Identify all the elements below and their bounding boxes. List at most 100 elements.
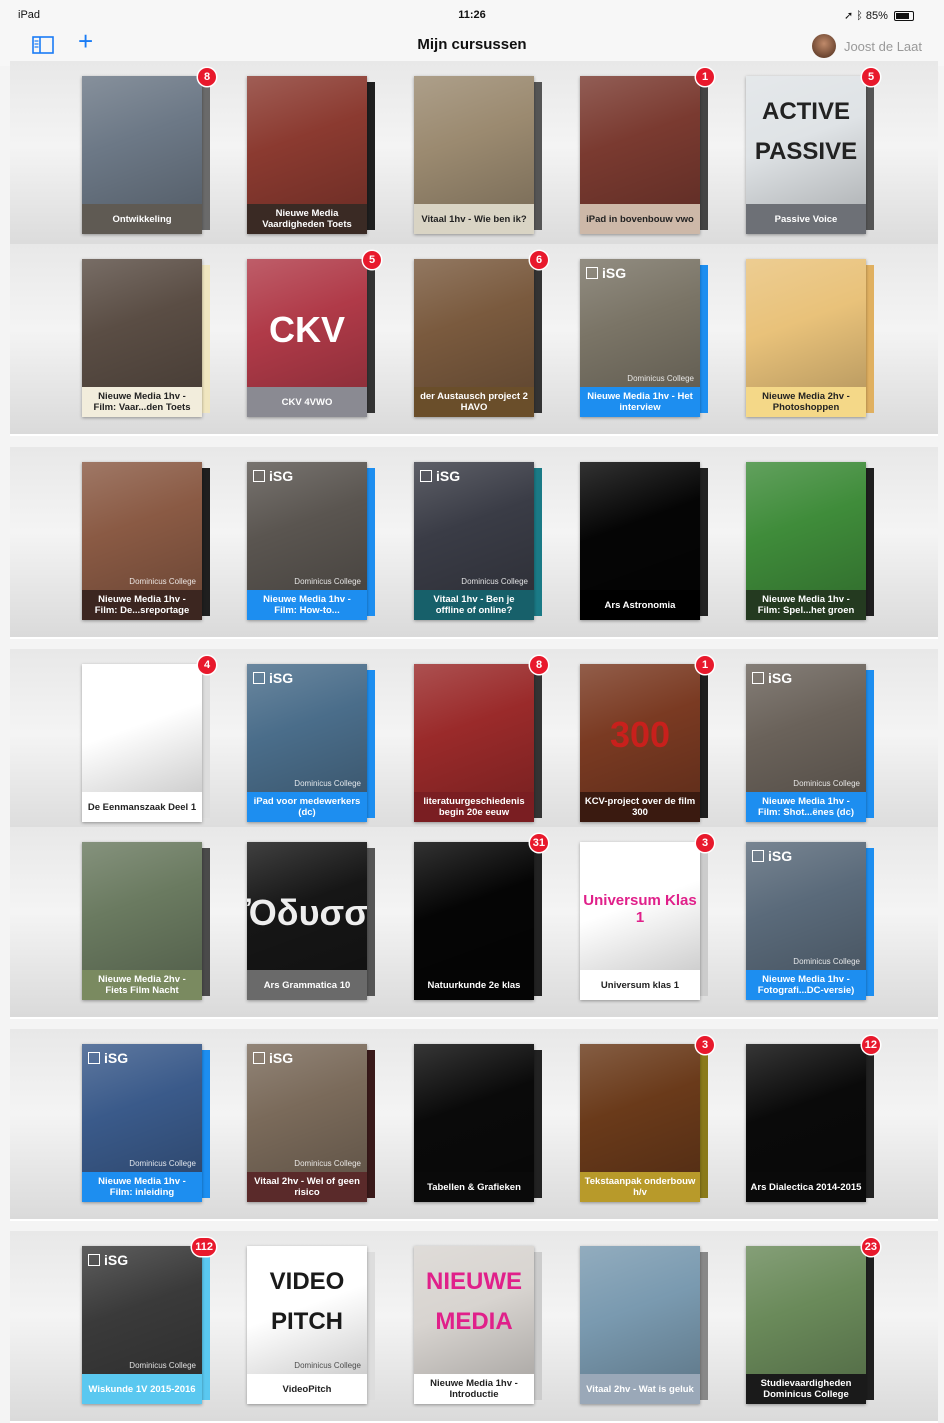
course-card[interactable]: iSG Dominicus College Nieuwe Media 1hv - H… — [580, 259, 708, 417]
book-spine — [202, 1252, 210, 1400]
course-title: Nieuwe Media 1hv - Film: inleiding — [82, 1172, 202, 1202]
course-card[interactable]: Nieuwe Media 2hv - Fiets Film Nacht — [82, 842, 210, 1000]
course-cover[interactable]: iSG Dominicus College Nieuwe Media 1hv - F… — [746, 842, 866, 1000]
course-card[interactable]: ACTIVE PASSIVE Passive Voice 5 — [746, 68, 880, 234]
course-card[interactable]: Nieuwe Media 2hv - Photoshoppen — [746, 259, 874, 417]
course-card[interactable]: Vitaal 1hv - Wie ben ik? — [414, 76, 542, 234]
course-card[interactable]: 300 KCV-project over de film 300 1 — [580, 656, 714, 822]
course-card[interactable]: VIDEO PITCH Dominicus College VideoPitch — [247, 1246, 375, 1404]
course-cover[interactable]: iPad in bovenbouw vwo — [580, 76, 700, 234]
course-title: Nieuwe Media 1hv - Fotografi...DC-versie… — [746, 970, 866, 1000]
course-cover[interactable]: iSG Dominicus College Vitaal 1hv - Ben je … — [414, 462, 534, 620]
course-cover[interactable]: Ὀδυσσεῦ Ars Grammatica 10 — [247, 842, 367, 1000]
course-cover[interactable]: iSG Dominicus College Vitaal 2hv - Wel of … — [247, 1044, 367, 1202]
course-cover[interactable]: De Eenmanszaak Deel 1 — [82, 664, 202, 822]
course-cover[interactable]: literatuurgeschiedenis begin 20e eeuw — [414, 664, 534, 822]
course-card[interactable]: Nieuwe Media 1hv - Film: Vaar...den Toet… — [82, 259, 210, 417]
status-time: 11:26 — [458, 9, 486, 21]
course-cover[interactable]: Vitaal 2hv - Wat is geluk — [580, 1246, 700, 1404]
book-spine — [202, 468, 210, 616]
notification-badge: 5 — [862, 68, 880, 86]
course-cover[interactable]: Nieuwe Media 2hv - Fiets Film Nacht — [82, 842, 202, 1000]
course-cover[interactable]: CKV CKV 4VWO — [247, 259, 367, 417]
course-cover[interactable]: der Austausch project 2 HAVO — [414, 259, 534, 417]
course-title: Tabellen & Grafieken — [414, 1172, 534, 1202]
course-card[interactable]: Universum Klas 1 Universum klas 1 3 — [580, 834, 714, 1000]
book-spine — [866, 1050, 874, 1198]
course-title: Universum klas 1 — [580, 970, 700, 1000]
notification-badge: 23 — [861, 1238, 880, 1256]
course-card[interactable]: Nieuwe Media 1hv - Film: Spel...het groe… — [746, 462, 874, 620]
course-cover[interactable]: Universum Klas 1 Universum klas 1 — [580, 842, 700, 1000]
course-card[interactable]: der Austausch project 2 HAVO 6 — [414, 251, 548, 417]
cover-title-text: PITCH — [271, 1308, 343, 1335]
course-card[interactable]: Tekstaanpak onderbouw h/v 3 — [580, 1036, 714, 1202]
school-name: Dominicus College — [627, 374, 694, 383]
course-cover[interactable]: iSG Dominicus College Nieuwe Media 1hv - F… — [247, 462, 367, 620]
course-title: Ars Astronomia — [580, 590, 700, 620]
notification-badge: 8 — [530, 656, 548, 674]
course-cover[interactable]: iSG Dominicus College Nieuwe Media 1hv - H… — [580, 259, 700, 417]
course-card[interactable]: Nieuwe Media Vaardigheden Toets — [247, 76, 375, 234]
course-cover[interactable]: Ars Dialectica 2014-2015 — [746, 1044, 866, 1202]
course-card[interactable]: literatuurgeschiedenis begin 20e eeuw 8 — [414, 656, 548, 822]
notification-badge: 1 — [696, 68, 714, 86]
course-cover[interactable]: Natuurkunde 2e klas — [414, 842, 534, 1000]
book-spine — [700, 1252, 708, 1400]
course-card[interactable]: Ars Dialectica 2014-2015 12 — [746, 1036, 880, 1202]
course-card[interactable]: iSG Dominicus College Nieuwe Media 1hv - F… — [82, 1044, 210, 1202]
course-card[interactable]: Ὀδυσσεῦ Ars Grammatica 10 — [247, 842, 375, 1000]
course-cover[interactable]: Vitaal 1hv - Wie ben ik? — [414, 76, 534, 234]
course-card[interactable]: iSG Dominicus College Nieuwe Media 1hv - F… — [746, 842, 874, 1000]
course-card[interactable]: NIEUWE MEDIA Nieuwe Media 1hv - Introducti… — [414, 1246, 542, 1404]
course-card[interactable]: iPad in bovenbouw vwo 1 — [580, 68, 714, 234]
course-cover[interactable]: iSG Dominicus College iPad voor medewerker… — [247, 664, 367, 822]
course-card[interactable]: iSG Dominicus College iPad voor medewerker… — [247, 664, 375, 822]
book-spine — [866, 1252, 874, 1400]
book-spine — [367, 1050, 375, 1198]
course-card[interactable]: iSG Dominicus College Vitaal 2hv - Wel of … — [247, 1044, 375, 1202]
book-spine — [534, 1050, 542, 1198]
course-card[interactable]: Ontwikkeling 8 — [82, 68, 216, 234]
book-spine — [700, 670, 708, 818]
course-card[interactable]: Dominicus College Nieuwe Media 1hv - Film… — [82, 462, 210, 620]
course-cover[interactable]: Nieuwe Media 1hv - Film: Vaar...den Toet… — [82, 259, 202, 417]
course-cover[interactable]: ACTIVE PASSIVE Passive Voice — [746, 76, 866, 234]
course-card[interactable]: De Eenmanszaak Deel 1 4 — [82, 656, 216, 822]
course-card[interactable]: Tabellen & Grafieken — [414, 1044, 542, 1202]
school-name: Dominicus College — [793, 779, 860, 788]
course-card[interactable]: CKV CKV 4VWO 5 — [247, 251, 381, 417]
course-card[interactable]: iSG Dominicus College Nieuwe Media 1hv - F… — [247, 462, 375, 620]
course-cover[interactable]: iSG Dominicus College Wiskunde 1V 2015-201… — [82, 1246, 202, 1404]
isg-logo: iSG — [752, 670, 792, 686]
book-spine — [367, 848, 375, 996]
course-cover[interactable]: Ars Astronomia — [580, 462, 700, 620]
course-title: Vitaal 1hv - Wie ben ik? — [414, 204, 534, 234]
course-cover[interactable]: Nieuwe Media 2hv - Photoshoppen — [746, 259, 866, 417]
course-cover[interactable]: iSG Dominicus College Nieuwe Media 1hv - F… — [82, 1044, 202, 1202]
course-card[interactable]: Ars Astronomia — [580, 462, 708, 620]
course-cover[interactable]: VIDEO PITCH Dominicus College VideoPitch — [247, 1246, 367, 1404]
course-card[interactable]: Studievaardigheden Dominicus College 23 — [746, 1238, 880, 1404]
course-title: Studievaardigheden Dominicus College — [746, 1374, 866, 1404]
course-cover[interactable]: 300 KCV-project over de film 300 — [580, 664, 700, 822]
course-card[interactable]: iSG Dominicus College Wiskunde 1V 2015-201… — [82, 1238, 216, 1404]
course-cover[interactable]: NIEUWE MEDIA Nieuwe Media 1hv - Introducti… — [414, 1246, 534, 1404]
course-cover[interactable]: iSG Dominicus College Nieuwe Media 1hv - F… — [746, 664, 866, 822]
course-cover[interactable]: Tabellen & Grafieken — [414, 1044, 534, 1202]
cover-title-text: PASSIVE — [754, 138, 858, 165]
course-card[interactable]: Vitaal 2hv - Wat is geluk — [580, 1246, 708, 1404]
course-cover[interactable]: Nieuwe Media 1hv - Film: Spel...het groe… — [746, 462, 866, 620]
course-card[interactable]: iSG Dominicus College Vitaal 1hv - Ben je … — [414, 462, 542, 620]
course-cover[interactable]: Studievaardigheden Dominicus College — [746, 1246, 866, 1404]
course-title: literatuurgeschiedenis begin 20e eeuw — [414, 792, 534, 822]
course-card[interactable]: Natuurkunde 2e klas 31 — [414, 834, 548, 1000]
course-cover[interactable]: Tekstaanpak onderbouw h/v — [580, 1044, 700, 1202]
course-cover[interactable]: Dominicus College Nieuwe Media 1hv - Film… — [82, 462, 202, 620]
battery-percent: 85% — [865, 10, 888, 22]
course-title: Ontwikkeling — [82, 204, 202, 234]
course-card[interactable]: iSG Dominicus College Nieuwe Media 1hv - F… — [746, 664, 874, 822]
course-cover[interactable]: Nieuwe Media Vaardigheden Toets — [247, 76, 367, 234]
course-cover[interactable]: Ontwikkeling — [82, 76, 202, 234]
isg-logo: iSG — [253, 468, 293, 484]
